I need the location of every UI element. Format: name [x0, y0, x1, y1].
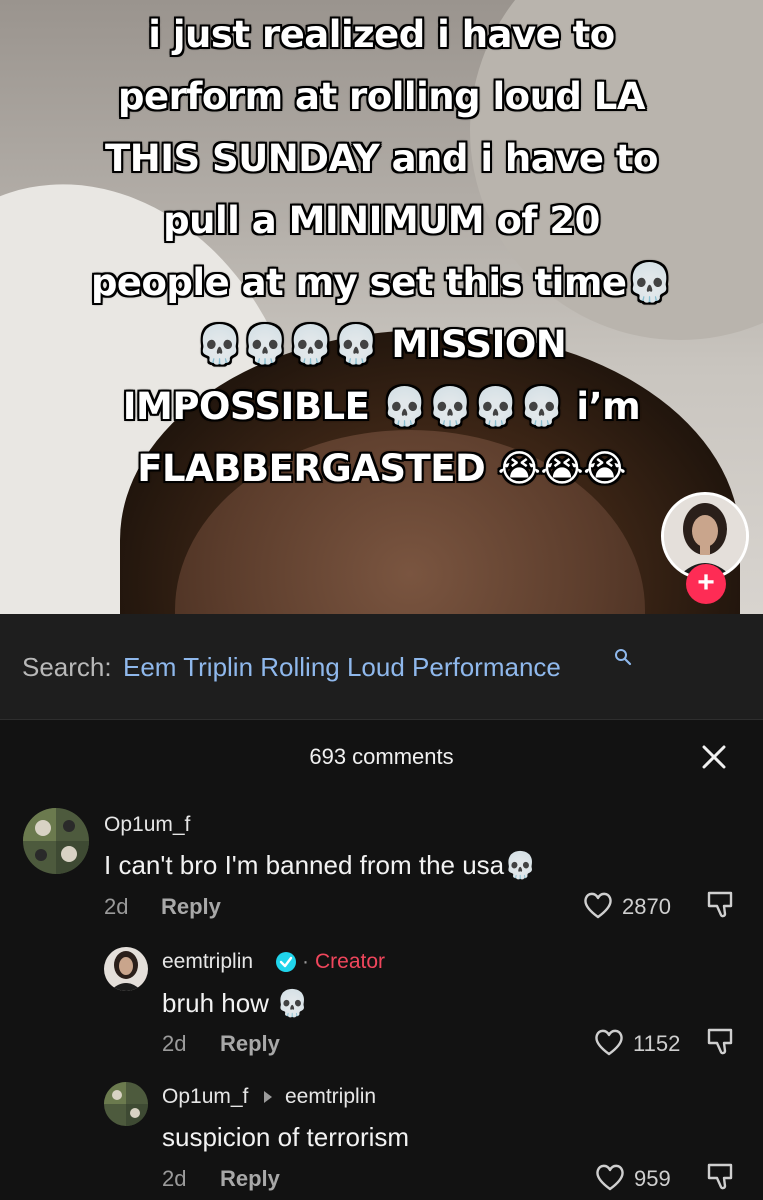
comment-username[interactable]: Op1um_f: [162, 1085, 248, 1109]
heart-icon[interactable]: [594, 1162, 626, 1197]
separator-dot: ·: [302, 950, 309, 973]
heart-icon[interactable]: [582, 890, 614, 925]
comment-username[interactable]: eemtriplin: [162, 950, 253, 974]
comment-text: suspicion of terrorism: [162, 1122, 410, 1152]
search-label: Search:: [22, 652, 112, 682]
caption-line: pull a MINIMUM of 20: [163, 199, 600, 242]
heart-icon[interactable]: [593, 1027, 625, 1062]
collage-avatar-icon: [104, 1082, 148, 1126]
reply-arrow-icon: [262, 1090, 274, 1109]
caption-line: people at my set this time💀: [90, 261, 673, 304]
close-icon[interactable]: [699, 742, 729, 777]
verified-badge-icon: [275, 951, 297, 978]
caption-line: perform at rolling loud LA: [117, 75, 646, 118]
caption-line: FLABBERGASTED 😭😭😭: [137, 447, 626, 490]
comment-username[interactable]: Op1um_f: [104, 813, 190, 837]
avatar[interactable]: [23, 808, 89, 874]
dislike-icon[interactable]: [705, 1160, 737, 1197]
creator-badge: Creator: [315, 950, 386, 973]
reply-to-username[interactable]: eemtriplin: [285, 1085, 376, 1109]
comment-age: 2d: [162, 1031, 187, 1056]
caption-line: THIS SUNDAY and i have to: [105, 137, 658, 180]
comment-age: 2d: [104, 894, 129, 919]
like-count: 1152: [633, 1031, 681, 1056]
reply-button[interactable]: Reply: [161, 894, 221, 920]
like-count: 2870: [622, 894, 671, 919]
comment-age: 2d: [162, 1166, 187, 1191]
follow-button[interactable]: +: [686, 564, 726, 604]
collage-avatar-icon: [23, 808, 89, 874]
caption-line: IMPOSSIBLE 💀💀💀💀 i’m: [122, 385, 641, 428]
search-icon[interactable]: [614, 648, 632, 671]
reply-button[interactable]: Reply: [220, 1031, 280, 1057]
caption-line: 💀💀💀💀 MISSION: [196, 323, 567, 366]
dislike-icon[interactable]: [705, 888, 737, 925]
avatar-portrait-icon: [104, 947, 148, 991]
comment-text: I can't bro I'm banned from the usa💀: [104, 850, 537, 880]
dislike-icon[interactable]: [705, 1025, 737, 1062]
comments-count: 693 comments: [309, 744, 454, 769]
reply-button[interactable]: Reply: [220, 1166, 280, 1192]
avatar[interactable]: [104, 947, 148, 991]
video-caption-overlay: i just realized i have to perform at rol…: [40, 4, 723, 500]
comment-text: bruh how 💀: [162, 988, 309, 1018]
avatar[interactable]: [104, 1082, 148, 1126]
like-count: 959: [634, 1166, 671, 1191]
caption-line: i just realized i have to: [148, 13, 615, 56]
search-query-link[interactable]: Eem Triplin Rolling Loud Performance: [123, 652, 561, 683]
video-player[interactable]: i just realized i have to perform at rol…: [0, 0, 763, 614]
